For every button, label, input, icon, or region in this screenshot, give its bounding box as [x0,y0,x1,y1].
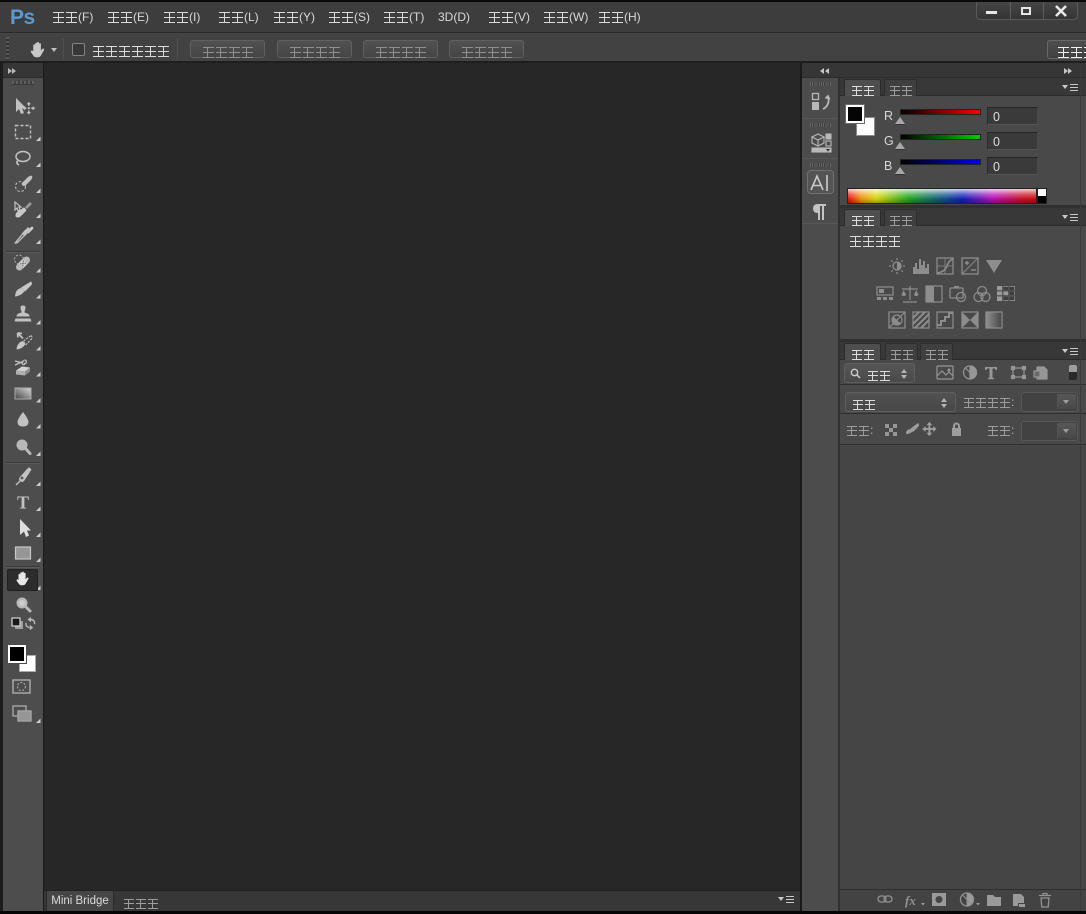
svg-text:fx: fx [905,893,916,908]
svg-text:T: T [17,493,29,513]
